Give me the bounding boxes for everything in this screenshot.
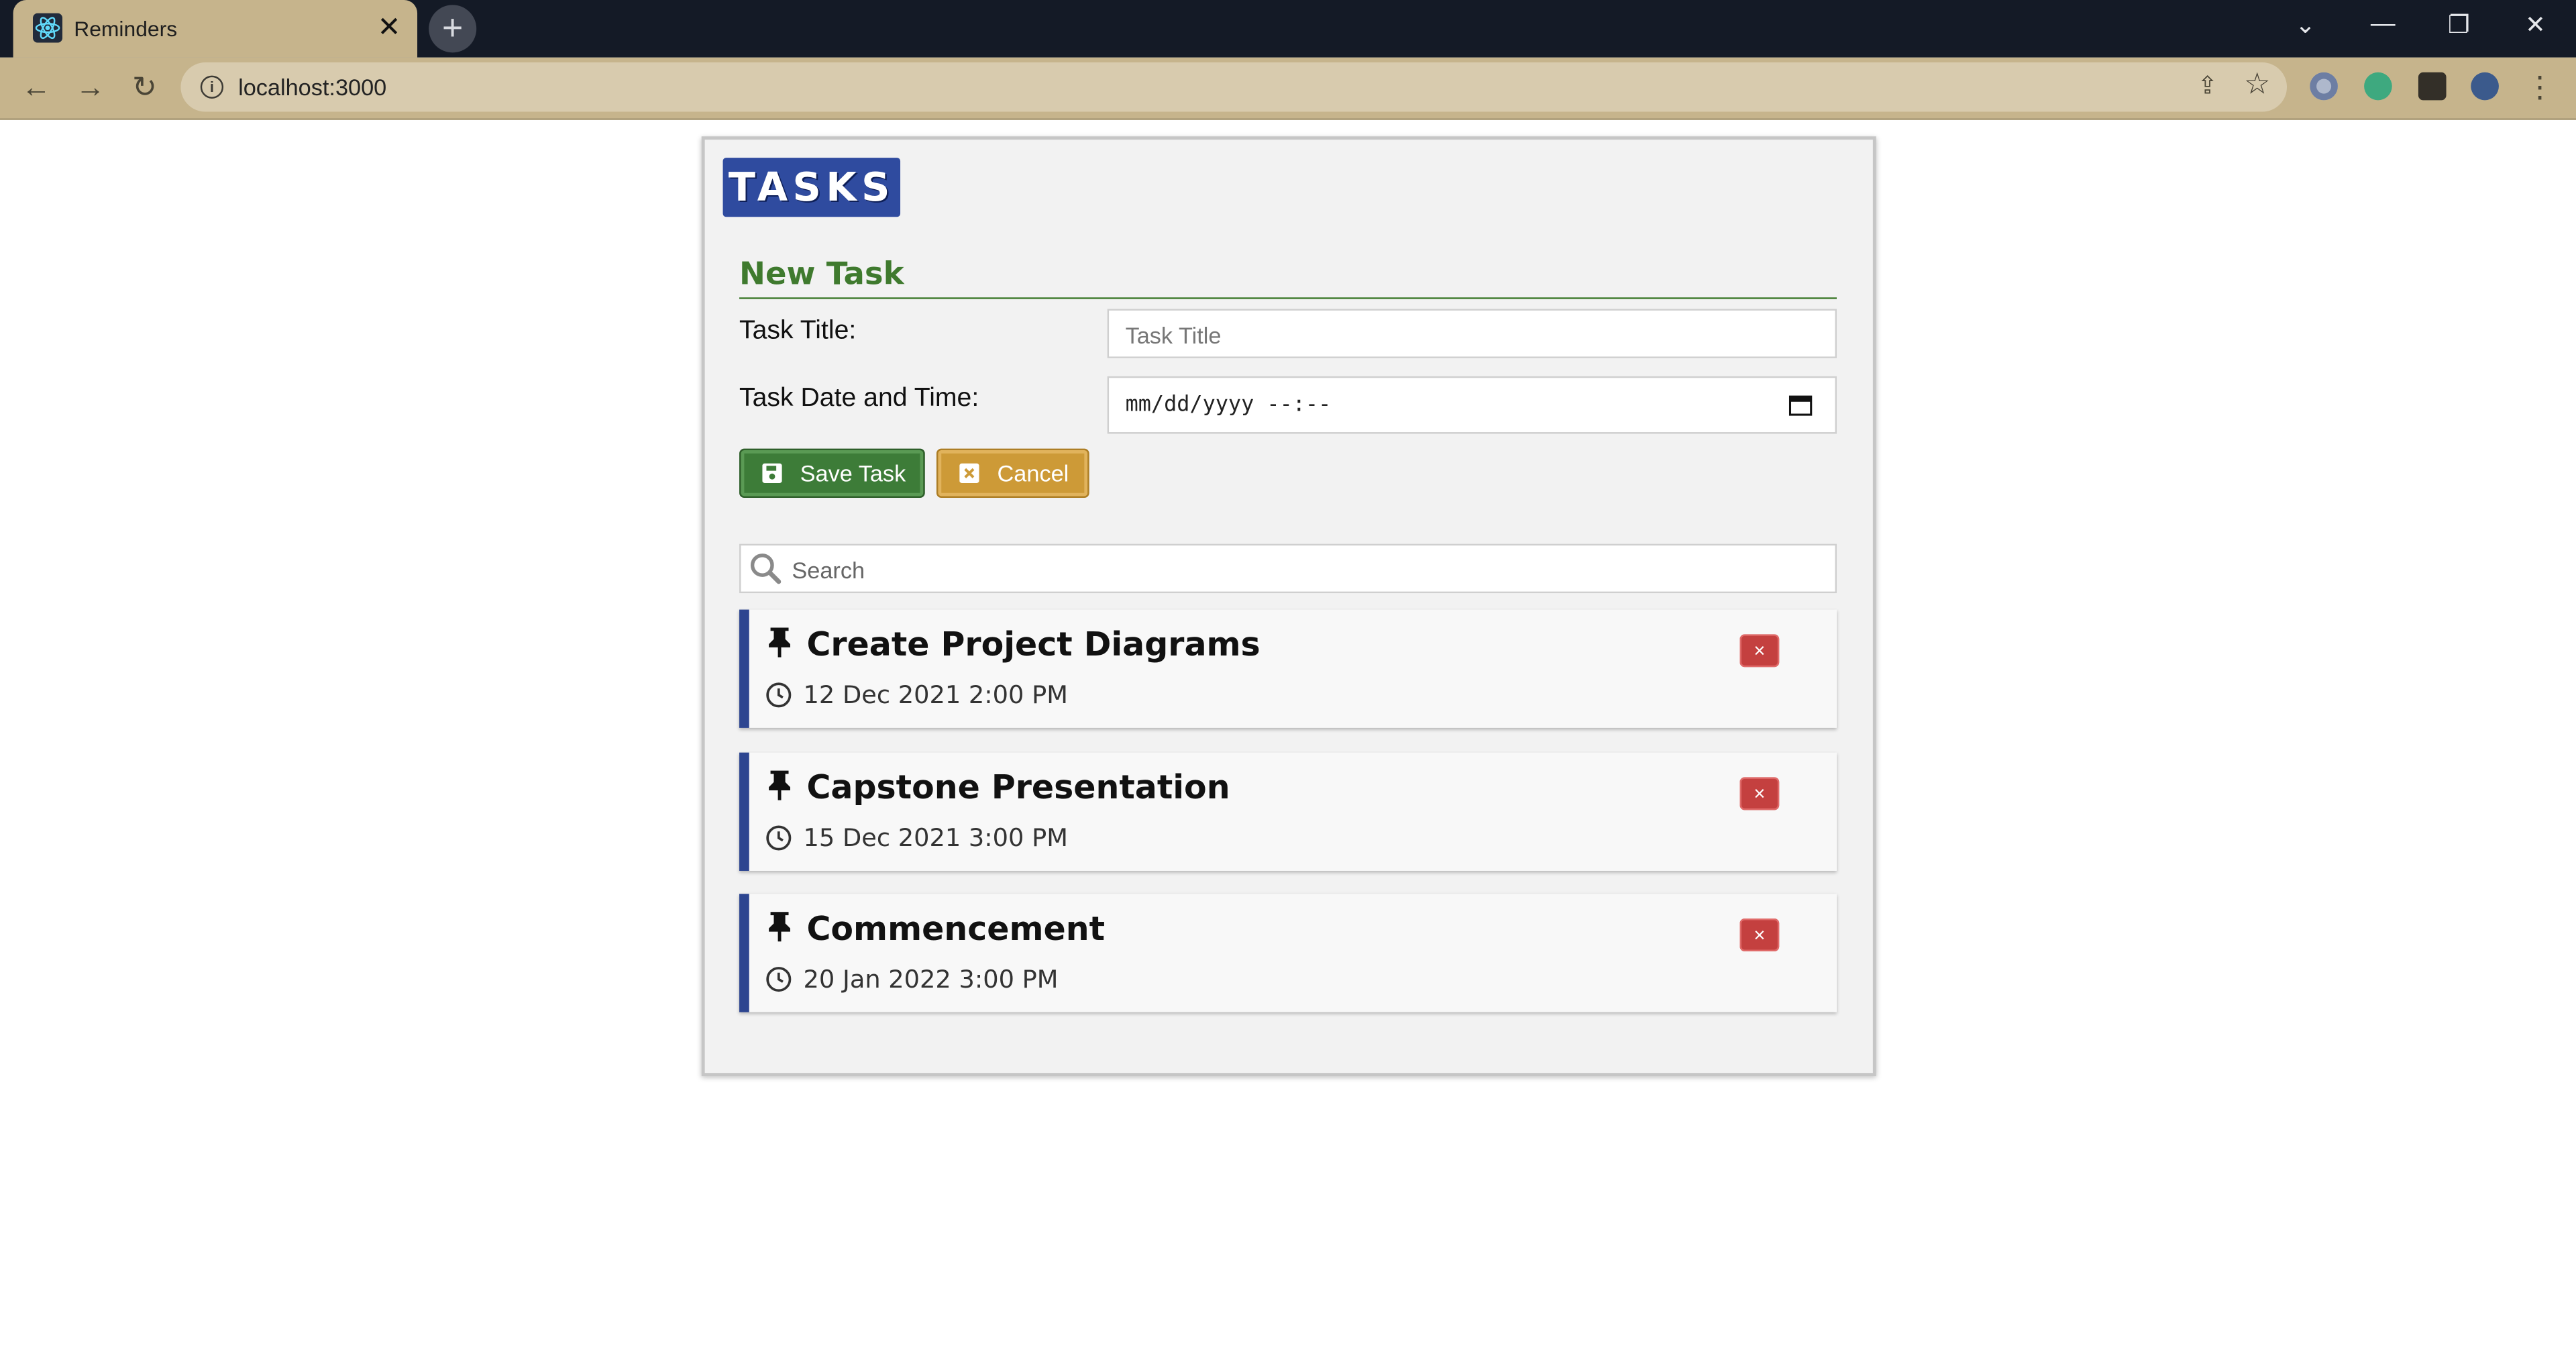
tab-title: Reminders bbox=[74, 16, 178, 42]
delete-task-button[interactable]: × bbox=[1739, 777, 1780, 810]
browser-tabstrip: Reminders ✕ + ⌄ — ❐ ✕ bbox=[0, 0, 2576, 58]
tab-close-icon[interactable]: ✕ bbox=[378, 11, 401, 44]
task-title: Capstone Presentation bbox=[806, 767, 1230, 807]
browser-tab[interactable]: Reminders ✕ bbox=[13, 0, 418, 58]
restore-icon[interactable]: ❐ bbox=[2448, 10, 2470, 40]
task-title: Create Project Diagrams bbox=[806, 624, 1260, 664]
bookmark-star-icon[interactable]: ☆ bbox=[2244, 67, 2271, 101]
clock-icon bbox=[766, 825, 792, 851]
tasks-card: TASKS New Task Task Title: Task Title Ta… bbox=[701, 136, 1876, 1077]
tab-search-icon[interactable]: ⌄ bbox=[2295, 10, 2316, 40]
extension-circle-icon[interactable] bbox=[2310, 72, 2338, 101]
close-window-icon[interactable]: ✕ bbox=[2525, 10, 2546, 40]
share-icon[interactable]: ⇪ bbox=[2197, 70, 2218, 101]
site-info-icon[interactable]: i bbox=[200, 75, 224, 99]
calendar-icon[interactable] bbox=[1788, 395, 1813, 416]
task-item[interactable]: Create Project Diagrams 12 Dec 2021 2:00… bbox=[739, 609, 1837, 728]
app-logo: TASKS bbox=[722, 158, 901, 217]
clock-icon bbox=[766, 967, 792, 992]
back-icon[interactable]: ← bbox=[19, 70, 52, 103]
cancel-label: Cancel bbox=[997, 460, 1069, 486]
task-item[interactable]: Commencement 20 Jan 2022 3:00 PM × bbox=[739, 894, 1837, 1012]
browser-toolbar: ← → ↻ i localhost:3000 ⇪ ☆ ⋮ bbox=[0, 57, 2576, 120]
new-tab-button[interactable]: + bbox=[429, 5, 477, 53]
datetime-placeholder: mm/dd/yyyy --:-- bbox=[1125, 392, 1332, 418]
floppy-disk-icon bbox=[762, 463, 782, 484]
extensions-puzzle-icon[interactable] bbox=[2418, 72, 2447, 101]
screen: Reminders ✕ + ⌄ — ❐ ✕ ← → ↻ i localhost:… bbox=[0, 0, 2576, 1364]
reload-icon[interactable]: ↻ bbox=[128, 70, 161, 103]
save-task-label: Save Task bbox=[800, 460, 906, 486]
pin-icon bbox=[769, 770, 790, 800]
save-task-button[interactable]: Save Task bbox=[739, 448, 925, 499]
react-icon bbox=[32, 13, 63, 43]
task-datetime: 15 Dec 2021 3:00 PM bbox=[803, 823, 1068, 853]
new-task-heading: New Task bbox=[739, 256, 1837, 299]
task-title-label: Task Title: bbox=[739, 317, 857, 346]
task-datetime-label: Task Date and Time: bbox=[739, 384, 979, 413]
task-title: Commencement bbox=[806, 908, 1106, 949]
grammarly-icon[interactable] bbox=[2364, 72, 2392, 101]
forward-icon[interactable]: → bbox=[74, 70, 107, 103]
browser-menu-icon[interactable]: ⋮ bbox=[2524, 70, 2557, 103]
search-placeholder: Search bbox=[792, 557, 865, 584]
task-item[interactable]: Capstone Presentation 15 Dec 2021 3:00 P… bbox=[739, 752, 1837, 871]
pin-icon bbox=[769, 627, 790, 658]
pin-icon bbox=[769, 912, 790, 942]
search-input[interactable]: Search bbox=[739, 543, 1837, 594]
clock-icon bbox=[766, 682, 792, 708]
address-bar[interactable]: i localhost:3000 ⇪ ☆ bbox=[180, 62, 2288, 112]
cancel-button[interactable]: Cancel bbox=[936, 448, 1089, 499]
profile-avatar[interactable] bbox=[2471, 72, 2499, 101]
minimize-icon[interactable]: — bbox=[2371, 10, 2396, 38]
search-icon bbox=[750, 554, 782, 584]
task-datetime: 12 Dec 2021 2:00 PM bbox=[803, 680, 1068, 710]
delete-task-button[interactable]: × bbox=[1739, 918, 1780, 951]
task-datetime: 20 Jan 2022 3:00 PM bbox=[803, 964, 1059, 994]
url-text[interactable]: localhost:3000 bbox=[238, 74, 386, 100]
task-datetime-input[interactable]: mm/dd/yyyy --:-- bbox=[1107, 376, 1837, 434]
delete-task-button[interactable]: × bbox=[1739, 634, 1780, 668]
task-title-input[interactable]: Task Title bbox=[1107, 309, 1837, 358]
close-square-icon bbox=[959, 463, 979, 484]
